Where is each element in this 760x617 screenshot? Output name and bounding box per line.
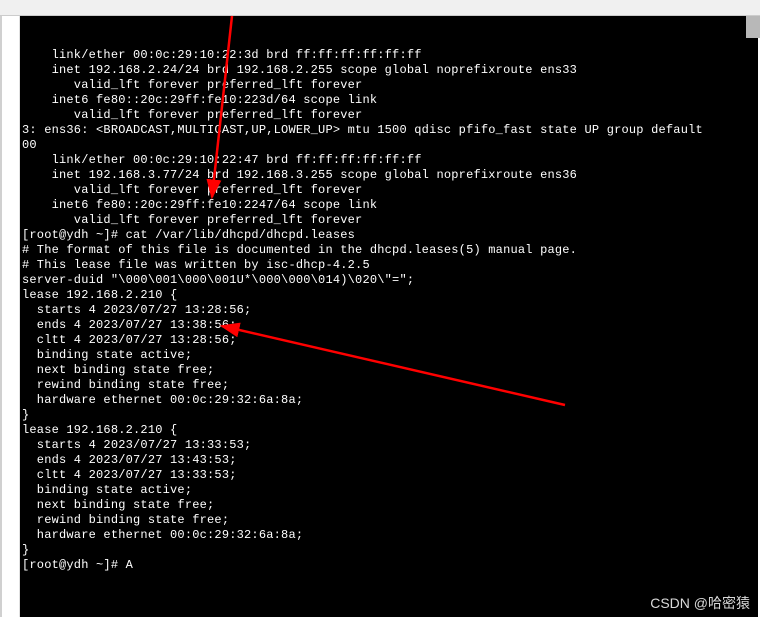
terminal-output[interactable]: link/ether 00:0c:29:10:22:3d brd ff:ff:f…: [20, 16, 758, 617]
terminal-line: next binding state free;: [22, 363, 752, 378]
terminal-line: cltt 4 2023/07/27 13:28:56;: [22, 333, 752, 348]
terminal-line: lease 192.168.2.210 {: [22, 288, 752, 303]
terminal-line: hardware ethernet 00:0c:29:32:6a:8a;: [22, 528, 752, 543]
terminal-line: binding state active;: [22, 483, 752, 498]
terminal-line: ends 4 2023/07/27 13:43:53;: [22, 453, 752, 468]
left-gutter: [2, 16, 20, 617]
terminal-line: link/ether 00:0c:29:10:22:47 brd ff:ff:f…: [22, 153, 752, 168]
terminal-line: valid_lft forever preferred_lft forever: [22, 213, 752, 228]
terminal-line: ends 4 2023/07/27 13:38:56;: [22, 318, 752, 333]
window-frame: link/ether 00:0c:29:10:22:3d brd ff:ff:f…: [0, 16, 760, 617]
terminal-line: 3: ens36: <BROADCAST,MULTICAST,UP,LOWER_…: [22, 123, 752, 138]
terminal-line: }: [22, 408, 752, 423]
terminal-line: valid_lft forever preferred_lft forever: [22, 183, 752, 198]
terminal-line: hardware ethernet 00:0c:29:32:6a:8a;: [22, 393, 752, 408]
terminal-line: link/ether 00:0c:29:10:22:3d brd ff:ff:f…: [22, 48, 752, 63]
terminal-line: server-duid "\000\001\000\001U*\000\000\…: [22, 273, 752, 288]
terminal-line: valid_lft forever preferred_lft forever: [22, 108, 752, 123]
terminal-line: [root@ydh ~]# A: [22, 558, 752, 573]
terminal-line: rewind binding state free;: [22, 513, 752, 528]
terminal-line: starts 4 2023/07/27 13:33:53;: [22, 438, 752, 453]
terminal-line: valid_lft forever preferred_lft forever: [22, 78, 752, 93]
terminal-line: 00: [22, 138, 752, 153]
terminal-line: next binding state free;: [22, 498, 752, 513]
terminal-line: # This lease file was written by isc-dhc…: [22, 258, 752, 273]
terminal-line: inet6 fe80::20c:29ff:fe10:2247/64 scope …: [22, 198, 752, 213]
terminal-line: }: [22, 543, 752, 558]
terminal-line: inet6 fe80::20c:29ff:fe10:223d/64 scope …: [22, 93, 752, 108]
terminal-line: starts 4 2023/07/27 13:28:56;: [22, 303, 752, 318]
terminal-line: [root@ydh ~]# cat /var/lib/dhcpd/dhcpd.l…: [22, 228, 752, 243]
terminal-line: inet 192.168.2.24/24 brd 192.168.2.255 s…: [22, 63, 752, 78]
scrollbar-thumb[interactable]: [746, 16, 760, 38]
terminal-line: binding state active;: [22, 348, 752, 363]
terminal-line: inet 192.168.3.77/24 brd 192.168.3.255 s…: [22, 168, 752, 183]
terminal-line: # The format of this file is documented …: [22, 243, 752, 258]
app-toolbar: [0, 0, 760, 16]
terminal-line: cltt 4 2023/07/27 13:33:53;: [22, 468, 752, 483]
terminal-line: rewind binding state free;: [22, 378, 752, 393]
terminal-line: lease 192.168.2.210 {: [22, 423, 752, 438]
